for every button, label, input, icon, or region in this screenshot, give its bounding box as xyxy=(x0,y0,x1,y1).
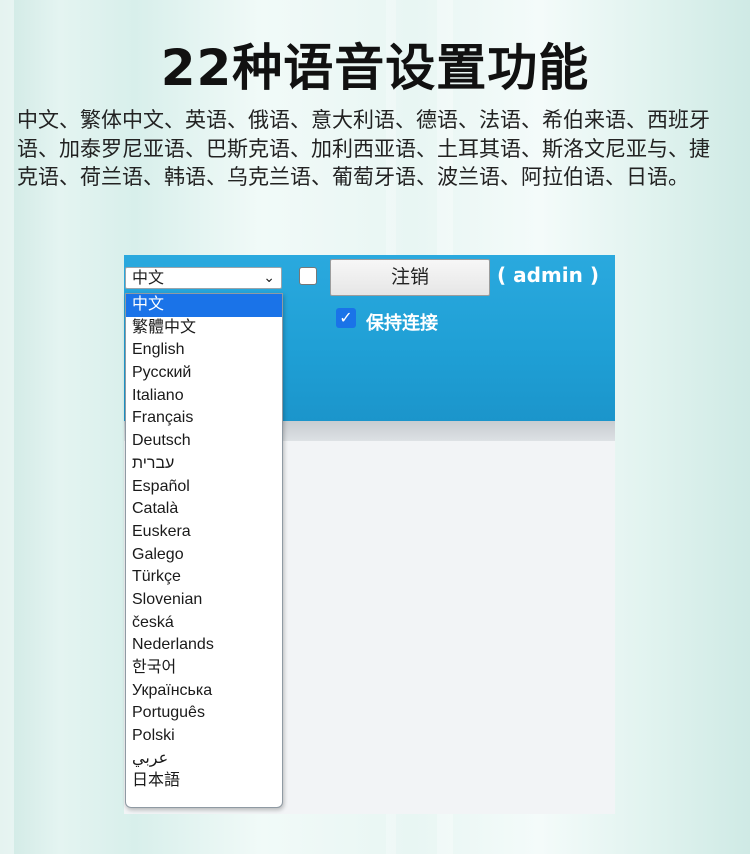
language-option[interactable]: Türkçe xyxy=(126,566,282,589)
language-option[interactable]: Русский xyxy=(126,362,282,385)
ui-screenshot-panel: 中文 ⌄ 注销 ( admin ) ✓ 保持连接 中文 繁體中文 English Ру… xyxy=(124,255,615,814)
option-checkbox[interactable] xyxy=(299,267,317,285)
language-option[interactable]: Українська xyxy=(126,680,282,703)
language-select[interactable]: 中文 ⌄ xyxy=(125,267,282,289)
language-option[interactable]: عربي xyxy=(126,748,282,771)
language-select-value: 中文 xyxy=(132,268,165,287)
language-option[interactable]: 한국어 xyxy=(126,657,282,680)
chevron-down-icon: ⌄ xyxy=(263,270,275,286)
language-option[interactable]: Español xyxy=(126,476,282,499)
language-option[interactable]: עברית xyxy=(126,453,282,476)
language-option[interactable]: 繁體中文 xyxy=(126,317,282,340)
language-option[interactable]: English xyxy=(126,339,282,362)
user-label: ( admin ) xyxy=(497,263,599,287)
bg-stripe xyxy=(0,0,14,854)
language-option[interactable]: 中文 xyxy=(126,294,282,317)
language-option[interactable]: česká xyxy=(126,612,282,635)
language-option[interactable]: Euskera xyxy=(126,521,282,544)
check-icon: ✓ xyxy=(339,308,353,327)
language-option[interactable]: Galego xyxy=(126,544,282,567)
language-option[interactable]: Italiano xyxy=(126,385,282,408)
language-option[interactable]: Polski xyxy=(126,725,282,748)
language-option[interactable]: Français xyxy=(126,407,282,430)
language-option[interactable]: Nederlands xyxy=(126,634,282,657)
language-dropdown-list[interactable]: 中文 繁體中文 English Русский Italiano Français Deut… xyxy=(125,293,283,808)
page-title: 22种语音设置功能 xyxy=(160,39,590,97)
language-option[interactable]: Slovenian xyxy=(126,589,282,612)
language-option[interactable]: Deutsch xyxy=(126,430,282,453)
logout-button[interactable]: 注销 xyxy=(330,259,490,296)
language-option[interactable]: Català xyxy=(126,498,282,521)
language-option[interactable]: Português xyxy=(126,702,282,725)
language-option[interactable]: 日本語 xyxy=(126,770,282,793)
keep-connected-label[interactable]: 保持连接 xyxy=(366,309,438,335)
keep-connected-checkbox[interactable]: ✓ xyxy=(336,308,356,328)
language-description: 中文、繁体中文、英语、俄语、意大利语、德语、法语、希伯来语、西班牙语、加泰罗尼亚… xyxy=(17,108,710,189)
